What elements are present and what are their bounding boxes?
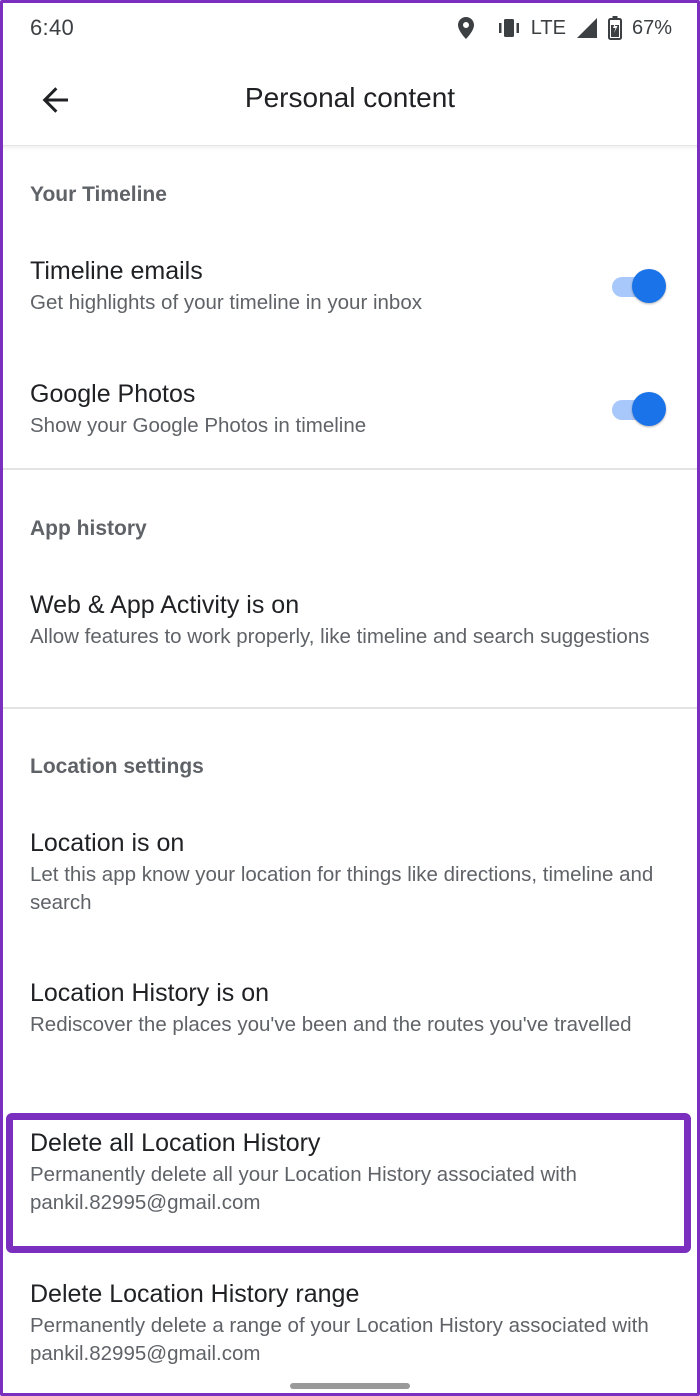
setting-title: Web & App Activity is on	[30, 591, 300, 619]
setting-subtitle: Rediscover the places you've been and th…	[30, 1013, 632, 1036]
status-bar: 6:40 LTE 67%	[0, 0, 700, 56]
section-header-app-history: App history	[30, 517, 147, 540]
setting-subtitle: Allow features to work properly, like ti…	[30, 625, 650, 648]
setting-title: Delete Location History range	[30, 1280, 360, 1308]
section-header-timeline: Your Timeline	[30, 183, 167, 206]
setting-title: Delete all Location History	[30, 1129, 321, 1157]
setting-subtitle: Permanently delete a range of your Locat…	[30, 1314, 649, 1365]
web-app-activity-setting[interactable]: Web & App Activity is on Allow features …	[0, 589, 700, 651]
status-time: 6:40	[30, 15, 75, 40]
setting-title: Location is on	[30, 829, 185, 857]
status-icons: LTE 67%	[457, 16, 672, 40]
delete-all-location-history-setting[interactable]: Delete all Location History Permanently …	[0, 1127, 700, 1217]
setting-subtitle: Let this app know your location for thin…	[30, 863, 654, 914]
vibrate-icon	[497, 17, 521, 39]
toggle-thumb	[632, 269, 666, 303]
timeline-emails-setting[interactable]: Timeline emails Get highlights of your t…	[0, 255, 700, 317]
timeline-emails-toggle[interactable]	[608, 268, 666, 304]
app-bar: Personal content	[0, 56, 700, 146]
setting-subtitle: Permanently delete all your Location His…	[30, 1163, 577, 1214]
setting-title: Location History is on	[30, 979, 270, 1007]
page-title: Personal content	[244, 82, 456, 113]
google-photos-toggle[interactable]	[608, 391, 666, 427]
battery-icon	[607, 16, 622, 40]
setting-subtitle: Show your Google Photos in timeline	[30, 414, 367, 437]
network-type: LTE	[530, 16, 566, 39]
battery-percent: 67%	[631, 16, 672, 39]
section-header-location: Location settings	[30, 755, 204, 778]
toggle-thumb	[632, 392, 666, 426]
setting-title: Google Photos	[30, 380, 196, 408]
location-pin-icon	[457, 16, 475, 40]
home-indicator[interactable]	[290, 1383, 410, 1389]
setting-subtitle: Get highlights of your timeline in your …	[30, 291, 422, 314]
signal-icon	[576, 17, 598, 39]
section-divider	[0, 707, 700, 709]
google-photos-setting[interactable]: Google Photos Show your Google Photos in…	[0, 378, 700, 440]
delete-location-history-range-setting[interactable]: Delete Location History range Permanentl…	[0, 1278, 700, 1368]
setting-title: Timeline emails	[30, 257, 203, 285]
section-divider	[0, 468, 700, 470]
location-history-setting[interactable]: Location History is on Rediscover the pl…	[0, 977, 700, 1039]
location-setting[interactable]: Location is on Let this app know your lo…	[0, 827, 700, 917]
